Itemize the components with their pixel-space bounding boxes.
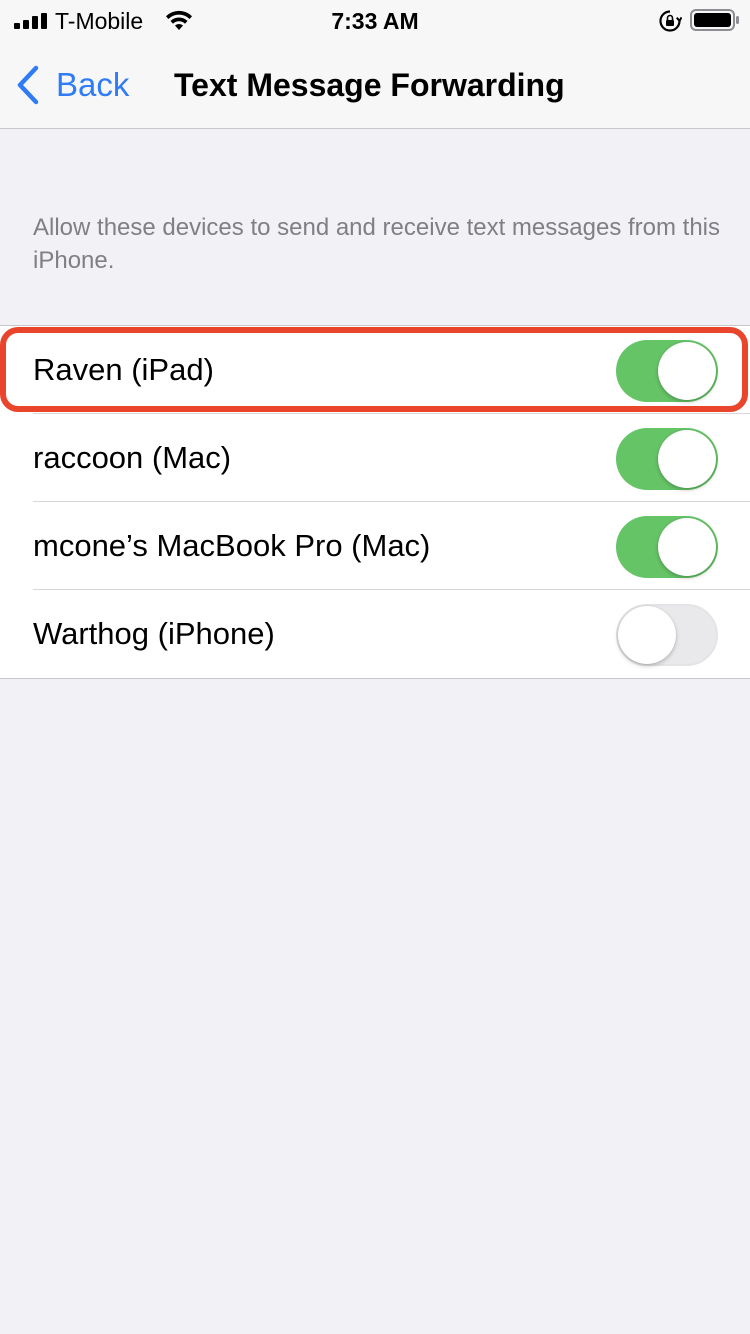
device-toggle-macbook-pro[interactable]: [616, 516, 718, 578]
section-description: Allow these devices to send and receive …: [33, 214, 720, 274]
status-time: 7:33 AM: [331, 8, 419, 34]
toggle-knob: [658, 430, 716, 488]
device-name: raccoon (Mac): [33, 440, 232, 475]
page-title: Text Message Forwarding: [174, 67, 565, 103]
device-toggle-raccoon[interactable]: [616, 428, 718, 490]
chevron-left-icon: [17, 65, 39, 105]
toggle-knob: [658, 518, 716, 576]
orientation-lock-icon: [659, 10, 682, 32]
device-name: mcone’s MacBook Pro (Mac): [33, 528, 431, 563]
device-name: Warthog (iPhone): [33, 616, 275, 651]
toggle-knob: [618, 606, 676, 664]
toggle-knob: [658, 342, 716, 400]
status-bar: T-Mobile 7:33 AM: [0, 0, 750, 40]
device-row-macbook-pro: mcone’s MacBook Pro (Mac): [0, 502, 750, 590]
device-toggle-warthog[interactable]: [616, 604, 718, 666]
device-toggle-raven[interactable]: [616, 340, 718, 402]
device-row-warthog: Warthog (iPhone): [0, 590, 750, 678]
device-name: Raven (iPad): [33, 352, 214, 387]
device-row-raccoon: raccoon (Mac): [0, 414, 750, 502]
battery-icon: [690, 9, 739, 31]
back-button-label: Back: [56, 66, 130, 103]
back-button[interactable]: Back: [14, 64, 129, 106]
navigation-bar: Back Text Message Forwarding: [0, 40, 750, 129]
device-list: Raven (iPad) raccoon (Mac) mcone’s MacBo…: [0, 325, 750, 679]
device-row-raven: Raven (iPad): [0, 326, 750, 414]
